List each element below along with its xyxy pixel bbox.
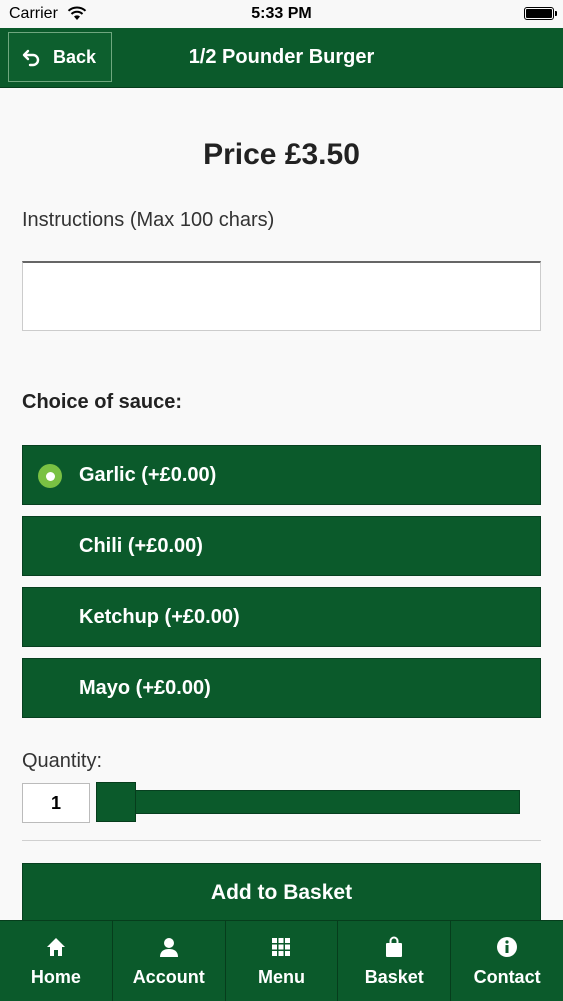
grid-icon — [272, 938, 291, 956]
bag-icon — [386, 936, 403, 957]
instructions-label: Instructions (Max 100 chars) — [22, 209, 275, 231]
back-button[interactable]: Back — [8, 32, 112, 82]
tab-label: Basket — [364, 967, 424, 987]
sauce-option-label: Chili (+£0.00) — [79, 535, 203, 557]
tab-label: Menu — [257, 967, 305, 987]
home-icon — [46, 938, 65, 956]
sauce-option-label: Garlic (+£0.00) — [79, 464, 217, 486]
sauce-option-label: Mayo (+£0.00) — [79, 677, 211, 699]
price-text: Price £3.50 — [203, 138, 360, 171]
tab-account[interactable]: Account — [113, 921, 226, 1001]
back-arrow-icon — [22, 49, 40, 67]
quantity-slider-handle[interactable] — [96, 782, 136, 822]
instructions-input[interactable] — [22, 261, 541, 331]
quantity-label: Quantity: — [22, 750, 103, 772]
quantity-slider-track[interactable] — [134, 790, 520, 814]
tab-contact[interactable]: Contact — [451, 921, 563, 1001]
sauce-option-chili[interactable]: Chili (+£0.00) — [22, 516, 541, 576]
battery-icon — [524, 7, 557, 20]
tab-label: Home — [30, 967, 81, 987]
tab-basket[interactable]: Basket — [338, 921, 452, 1001]
sauce-option-garlic[interactable]: Garlic (+£0.00) — [22, 445, 541, 505]
bottom-tab-bar: Home Account Menu Basket Contact — [0, 920, 563, 1001]
tab-label: Account — [132, 967, 205, 987]
sauce-option-label: Ketchup (+£0.00) — [79, 606, 240, 628]
divider — [22, 840, 541, 841]
tab-menu[interactable]: Menu — [226, 921, 339, 1001]
back-button-label: Back — [53, 46, 97, 67]
status-bar: Carrier 5:33 PM — [0, 0, 563, 28]
radio-selected-icon — [38, 464, 62, 488]
sauce-label: Choice of sauce: — [22, 391, 183, 413]
sauce-option-mayo[interactable]: Mayo (+£0.00) — [22, 658, 541, 718]
user-icon — [159, 938, 178, 957]
info-icon — [497, 937, 518, 957]
status-time: 5:33 PM — [251, 5, 312, 22]
sauce-option-ketchup[interactable]: Ketchup (+£0.00) — [22, 587, 541, 647]
tab-label: Contact — [473, 967, 541, 987]
tab-home[interactable]: Home — [0, 921, 113, 1001]
quantity-input[interactable] — [22, 783, 90, 823]
header-bar: 1/2 Pounder Burger Back — [0, 28, 563, 88]
add-to-basket-button[interactable]: Add to Basket — [22, 863, 541, 923]
